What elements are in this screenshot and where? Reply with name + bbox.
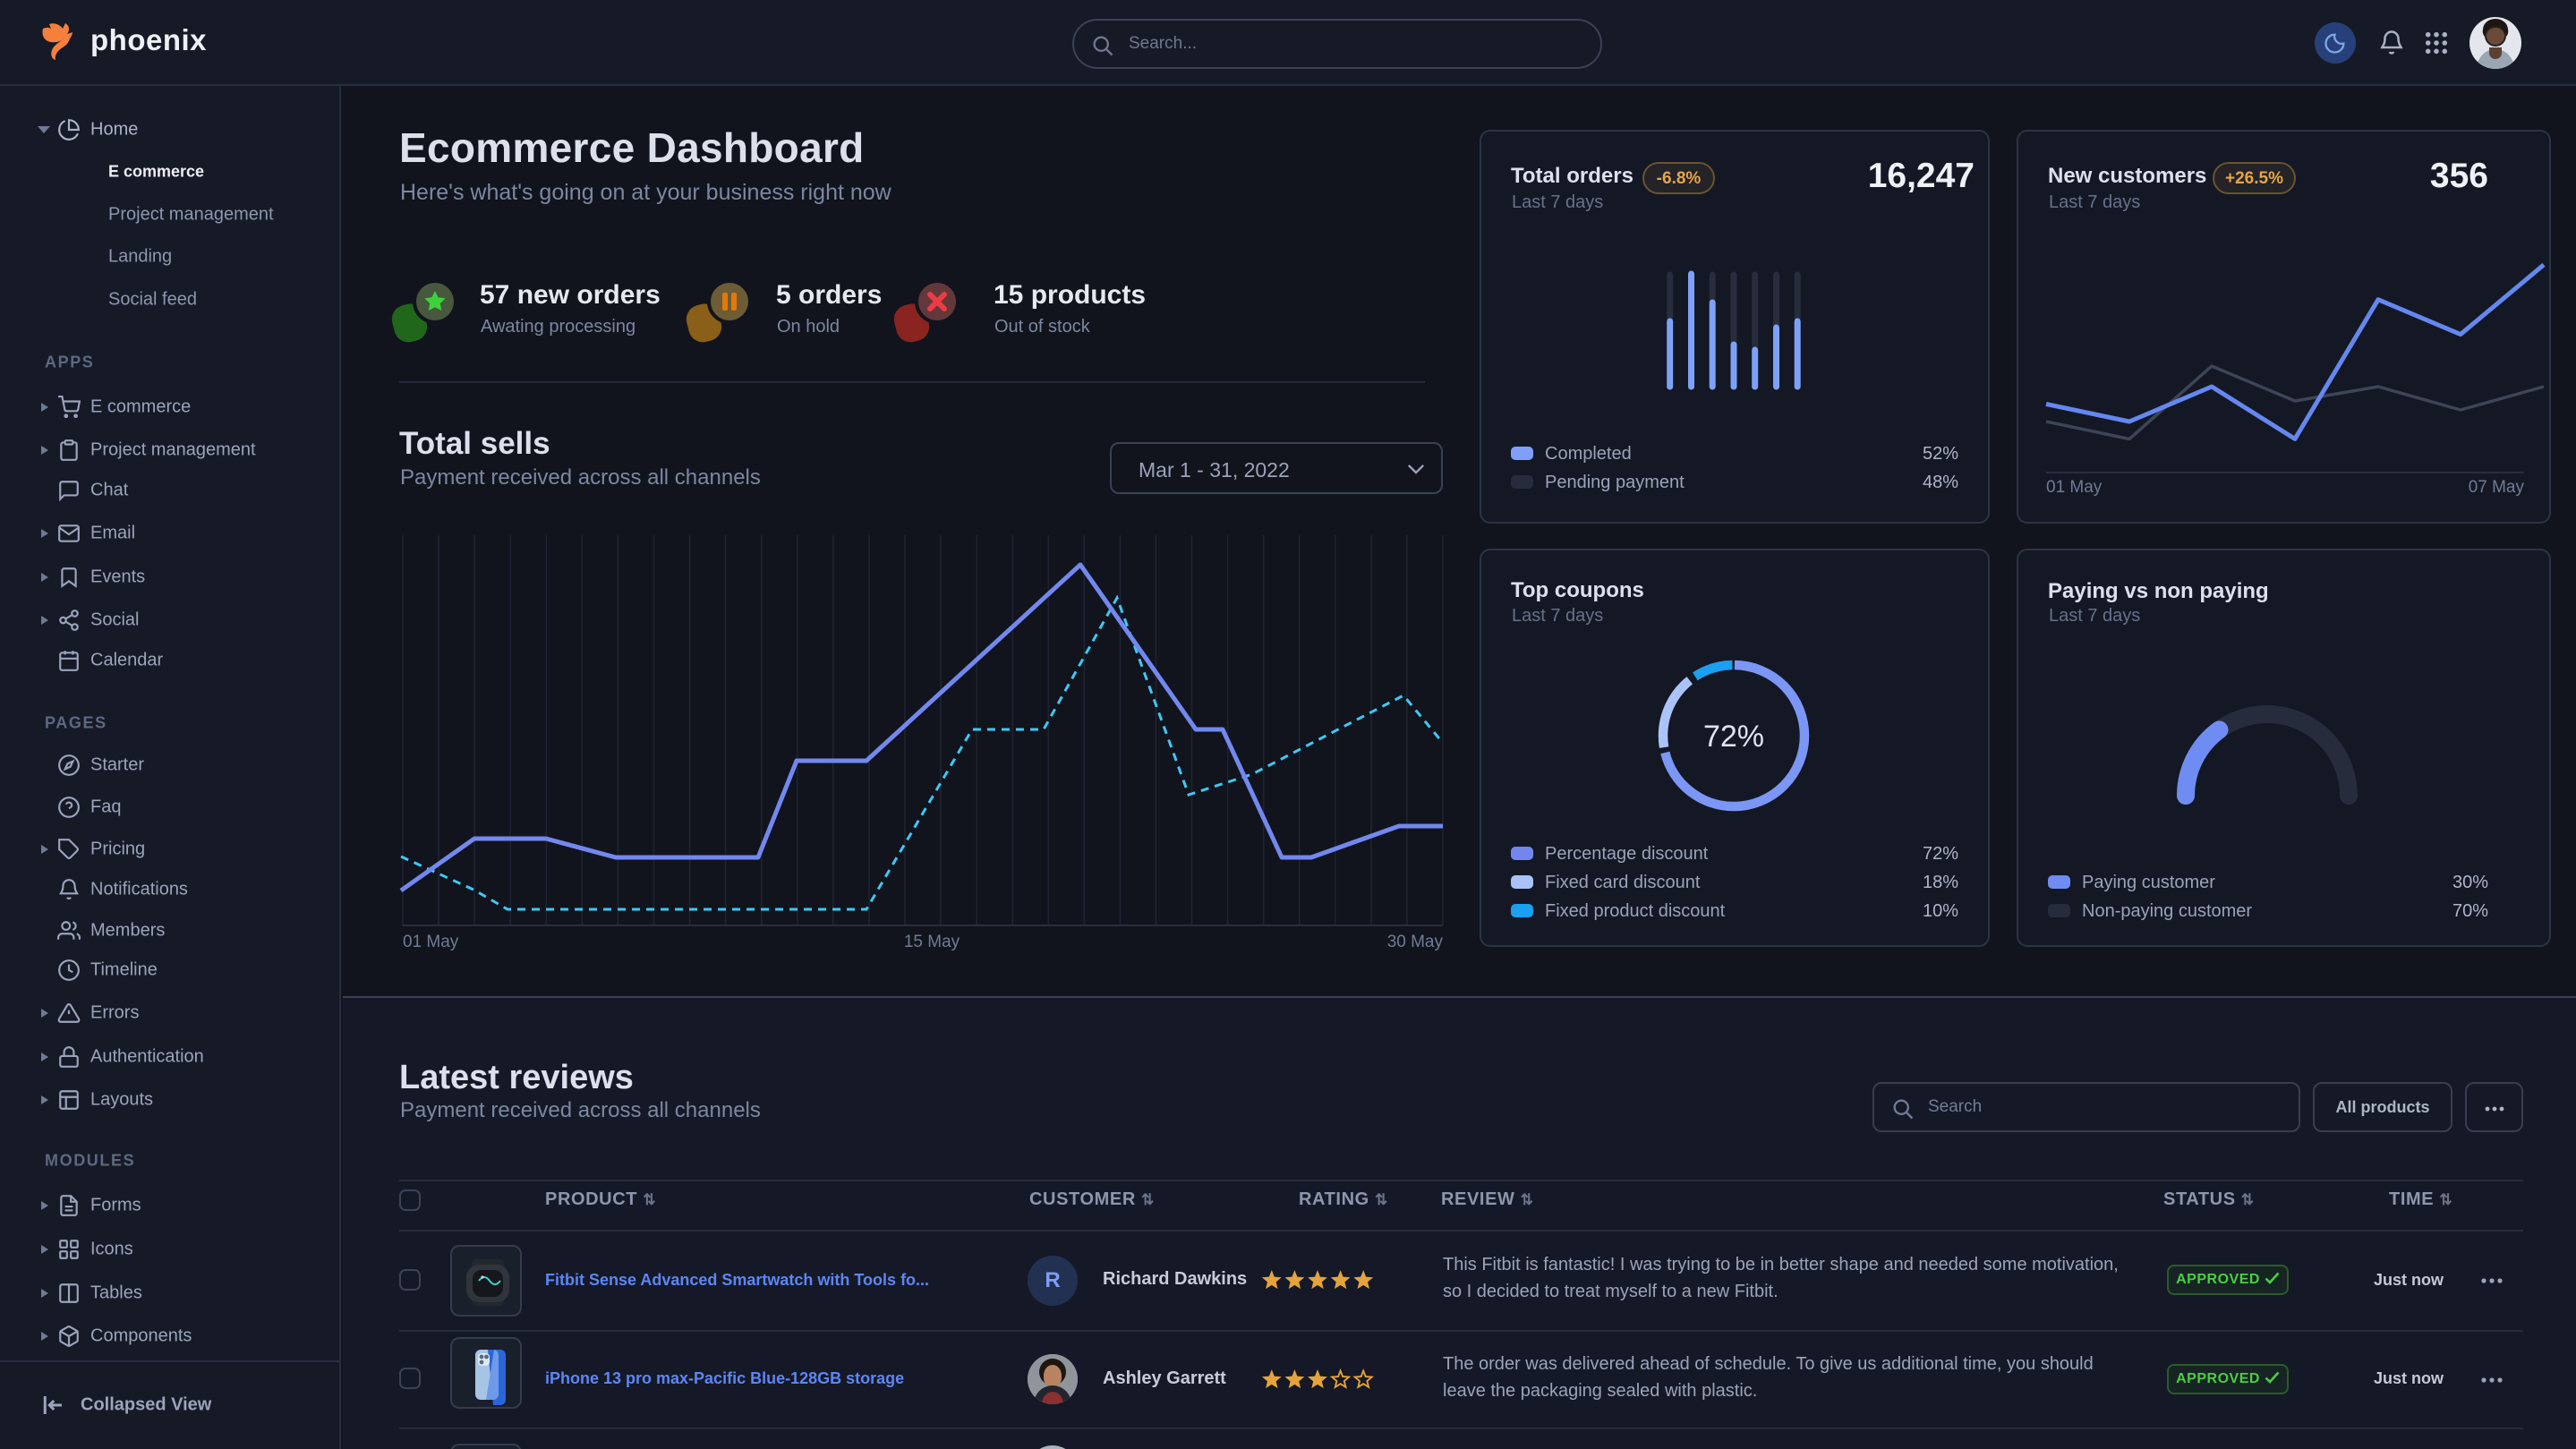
svg-text:01 May: 01 May [403,933,459,951]
svg-text:07 May: 07 May [2469,478,2525,497]
svg-text:01 May: 01 May [2046,478,2103,497]
svg-text:72%: 72% [1703,720,1764,754]
svg-text:15 May: 15 May [904,933,960,951]
svg-text:30 May: 30 May [1387,933,1444,951]
